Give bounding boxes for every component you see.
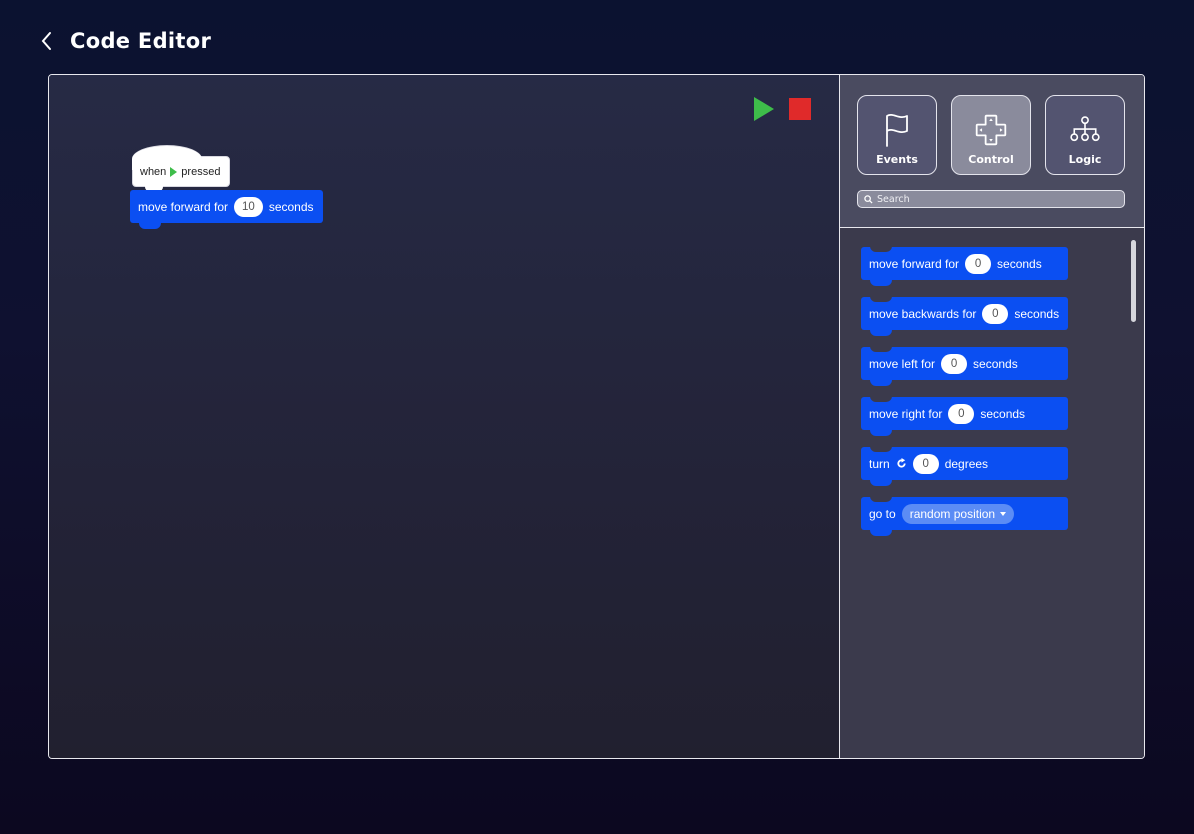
category-tabs: Events Control Logic [857, 95, 1125, 175]
move-forward-block[interactable]: move forward for 10 seconds [130, 190, 323, 229]
seconds-input[interactable]: 0 [982, 303, 1009, 324]
caret-down-icon [1000, 511, 1007, 516]
back-button[interactable] [36, 26, 56, 56]
block-label: move forward for [138, 199, 229, 214]
palette-move-backwards-block[interactable]: move backwards for 0 seconds [861, 296, 1069, 336]
palette-move-left-block[interactable]: move left for 0 seconds [861, 346, 1069, 386]
hat-text-pressed: pressed [181, 165, 221, 178]
category-label: Control [968, 153, 1014, 166]
block-label: seconds [973, 356, 1018, 371]
seconds-input[interactable]: 0 [965, 253, 992, 274]
flag-icon [886, 113, 908, 147]
block-label: degrees [944, 456, 989, 471]
dpad-icon [975, 114, 1007, 146]
category-label: Logic [1068, 153, 1102, 166]
category-control[interactable]: Control [951, 95, 1031, 175]
dropdown-value: random position [909, 506, 996, 521]
block-label: move right for [869, 406, 943, 421]
search-box[interactable] [857, 190, 1125, 208]
header: Code Editor [36, 26, 211, 56]
palette-go-to-block[interactable]: go to random position [861, 496, 1069, 536]
seconds-input[interactable]: 0 [941, 353, 968, 374]
block-label: seconds [997, 256, 1042, 271]
palette-scrollbar[interactable] [1131, 240, 1136, 322]
when-flag-pressed-block[interactable]: when pressed [132, 145, 230, 191]
editor-frame: when pressed move forward for 10 seconds… [48, 74, 1145, 759]
hat-text-when: when [140, 165, 167, 178]
search-input[interactable] [877, 193, 1117, 205]
seconds-input[interactable]: 10 [234, 196, 263, 217]
block-label: move backwards for [869, 306, 977, 321]
code-canvas[interactable]: when pressed move forward for 10 seconds [49, 75, 840, 758]
seconds-input[interactable]: 0 [948, 403, 975, 424]
block-label: move forward for [869, 256, 960, 271]
block-label: seconds [268, 199, 314, 214]
palette-move-forward-block[interactable]: move forward for 0 seconds [861, 246, 1069, 286]
play-icon[interactable] [753, 96, 775, 122]
block-palette: move forward for 0 seconds move backward… [861, 246, 1069, 536]
block-label: turn [869, 456, 890, 471]
block-label: move left for [869, 356, 936, 371]
palette-turn-block[interactable]: turn 0 degrees [861, 446, 1069, 486]
page-title: Code Editor [70, 29, 212, 53]
position-dropdown[interactable]: random position [901, 503, 1015, 524]
block-label: seconds [1014, 306, 1060, 321]
hierarchy-icon [1070, 116, 1100, 142]
category-label: Events [876, 153, 918, 166]
search-icon [864, 194, 873, 204]
category-events[interactable]: Events [857, 95, 937, 175]
category-area: Events Control Logic Search [840, 75, 1144, 228]
palette-move-right-block[interactable]: move right for 0 seconds [861, 396, 1069, 436]
green-flag-triangle-icon [170, 166, 178, 177]
blocks-panel: Events Control Logic Search move forward… [840, 75, 1144, 758]
rotate-clockwise-icon [897, 458, 906, 468]
script-stack[interactable]: when pressed move forward for 10 seconds [130, 145, 323, 229]
chevron-left-icon [41, 32, 51, 50]
category-logic[interactable]: Logic [1045, 95, 1125, 175]
degrees-input[interactable]: 0 [912, 453, 939, 474]
stop-icon[interactable] [789, 98, 811, 120]
block-label: go to [869, 506, 896, 521]
run-controls [753, 96, 811, 122]
block-label: seconds [980, 406, 1026, 421]
